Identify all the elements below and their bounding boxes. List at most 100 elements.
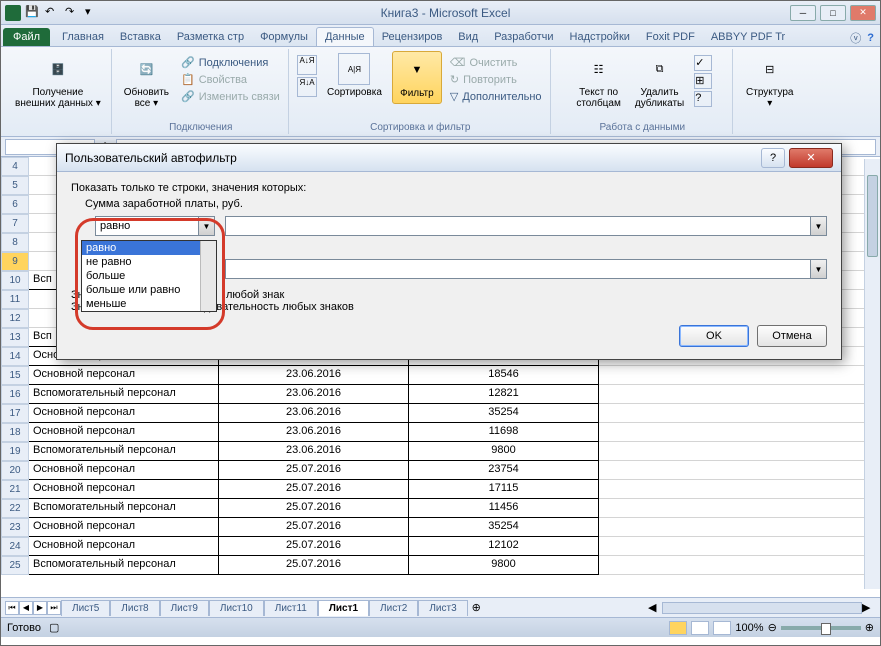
cell[interactable]: 11698 [409, 423, 599, 442]
row-header[interactable]: 22 [1, 499, 29, 518]
cell[interactable] [599, 480, 880, 499]
cell[interactable]: 25.07.2016 [219, 480, 409, 499]
cell[interactable]: 23.06.2016 [219, 423, 409, 442]
row-header[interactable]: 15 [1, 366, 29, 385]
cell[interactable]: 23754 [409, 461, 599, 480]
advanced-filter-button[interactable]: ▽Дополнительно [448, 89, 544, 104]
cell[interactable]: 23.06.2016 [219, 404, 409, 423]
cell[interactable]: 11456 [409, 499, 599, 518]
cell[interactable]: 35254 [409, 404, 599, 423]
tab-abbyy[interactable]: ABBYY PDF Tr [703, 28, 793, 46]
get-external-data-button[interactable]: 🗄️ Получение внешних данных ▾ [11, 51, 105, 111]
cell[interactable]: 25.07.2016 [219, 537, 409, 556]
cell[interactable]: Основной персонал [29, 537, 219, 556]
row-header[interactable]: 7 [1, 214, 29, 233]
option-notequal[interactable]: не равно [82, 255, 216, 269]
cell[interactable] [599, 537, 880, 556]
save-icon[interactable]: 💾 [25, 5, 41, 21]
sort-za-icon[interactable]: Я↓A [297, 77, 317, 97]
cell[interactable] [599, 404, 880, 423]
undo-icon[interactable]: ↶ [45, 5, 61, 21]
tab-addins[interactable]: Надстройки [562, 28, 638, 46]
consolidate-icon[interactable]: ⊞ [694, 73, 712, 89]
data-validation-icon[interactable]: ✓ [694, 55, 712, 71]
row-header[interactable]: 9 [1, 252, 29, 271]
tab-insert[interactable]: Вставка [112, 28, 169, 46]
sheet-tab[interactable]: Лист11 [264, 600, 318, 616]
row-header[interactable]: 17 [1, 404, 29, 423]
cell[interactable] [599, 556, 880, 575]
cell[interactable]: 12102 [409, 537, 599, 556]
row-header[interactable]: 25 [1, 556, 29, 575]
cell[interactable]: 9800 [409, 442, 599, 461]
sort-button[interactable]: A|Я Сортировка [323, 51, 386, 104]
cell[interactable]: 18546 [409, 366, 599, 385]
dialog-close-button[interactable]: ✕ [789, 148, 833, 168]
connections-button[interactable]: 🔗Подключения [179, 55, 282, 70]
ok-button[interactable]: OK [679, 325, 749, 347]
cell[interactable] [599, 499, 880, 518]
zoom-in-button[interactable]: ⊕ [865, 621, 874, 634]
cell[interactable]: Вспомогательный персонал [29, 385, 219, 404]
sheet-tab[interactable]: Лист10 [209, 600, 264, 616]
row-header[interactable]: 18 [1, 423, 29, 442]
row-header[interactable]: 23 [1, 518, 29, 537]
cell[interactable]: 25.07.2016 [219, 518, 409, 537]
row-header[interactable]: 10 [1, 271, 29, 290]
refresh-all-button[interactable]: 🔄 Обновить все ▾ [120, 51, 173, 111]
cell[interactable] [599, 385, 880, 404]
cell[interactable]: 23.06.2016 [219, 442, 409, 461]
row-header[interactable]: 12 [1, 309, 29, 328]
filter-button[interactable]: ▼ Фильтр [392, 51, 442, 104]
tab-layout[interactable]: Разметка стр [169, 28, 252, 46]
cell[interactable]: Вспомогательный персонал [29, 442, 219, 461]
sheet-tab[interactable]: Лист1 [318, 600, 369, 616]
dropdown-scrollbar[interactable] [200, 241, 216, 311]
sheet-nav-next[interactable]: ▶ [33, 601, 47, 615]
file-tab[interactable]: Файл [3, 28, 50, 46]
cell[interactable]: 25.07.2016 [219, 499, 409, 518]
cell[interactable]: 23.06.2016 [219, 385, 409, 404]
minimize-button[interactable]: ─ [790, 5, 816, 21]
text-to-columns-button[interactable]: ☷ Текст по столбцам [572, 51, 625, 111]
row-header[interactable]: 8 [1, 233, 29, 252]
sheet-nav-first[interactable]: ⏮ [5, 601, 19, 615]
tab-view[interactable]: Вид [450, 28, 486, 46]
cell[interactable]: Вспомогательный персонал [29, 556, 219, 575]
cell[interactable]: Основной персонал [29, 480, 219, 499]
cancel-button[interactable]: Отмена [757, 325, 827, 347]
dialog-help-button[interactable]: ? [761, 148, 785, 168]
row-header[interactable]: 21 [1, 480, 29, 499]
row-header[interactable]: 20 [1, 461, 29, 480]
cell[interactable]: Вспомогательный персонал [29, 499, 219, 518]
tab-foxit[interactable]: Foxit PDF [638, 28, 703, 46]
row-header[interactable]: 6 [1, 195, 29, 214]
sort-az-icon[interactable]: A↓Я [297, 55, 317, 75]
cell[interactable] [599, 461, 880, 480]
sheet-nav-last[interactable]: ⏭ [47, 601, 61, 615]
zoom-out-button[interactable]: ⊖ [768, 621, 777, 634]
cell[interactable]: Основной персонал [29, 423, 219, 442]
macro-record-icon[interactable]: ▢ [49, 621, 59, 634]
close-button[interactable]: ✕ [850, 5, 876, 21]
cell[interactable]: Основной персонал [29, 518, 219, 537]
option-less[interactable]: меньше [82, 297, 216, 311]
cell[interactable]: 25.07.2016 [219, 556, 409, 575]
row-header[interactable]: 5 [1, 176, 29, 195]
tab-home[interactable]: Главная [54, 28, 112, 46]
cell[interactable]: Основной персонал [29, 461, 219, 480]
pagebreak-view-button[interactable] [713, 621, 731, 635]
hscroll-left[interactable]: ◀ [648, 601, 662, 614]
tab-formulas[interactable]: Формулы [252, 28, 316, 46]
cell[interactable]: 35254 [409, 518, 599, 537]
row-header[interactable]: 13 [1, 328, 29, 347]
tab-review[interactable]: Рецензиров [374, 28, 451, 46]
row-header[interactable]: 11 [1, 290, 29, 309]
row-header[interactable]: 24 [1, 537, 29, 556]
sheet-tab[interactable]: Лист5 [61, 600, 110, 616]
maximize-button[interactable]: □ [820, 5, 846, 21]
sheet-nav-prev[interactable]: ◀ [19, 601, 33, 615]
sheet-tab[interactable]: Лист3 [418, 600, 467, 616]
cell[interactable]: 12821 [409, 385, 599, 404]
cell[interactable] [599, 366, 880, 385]
